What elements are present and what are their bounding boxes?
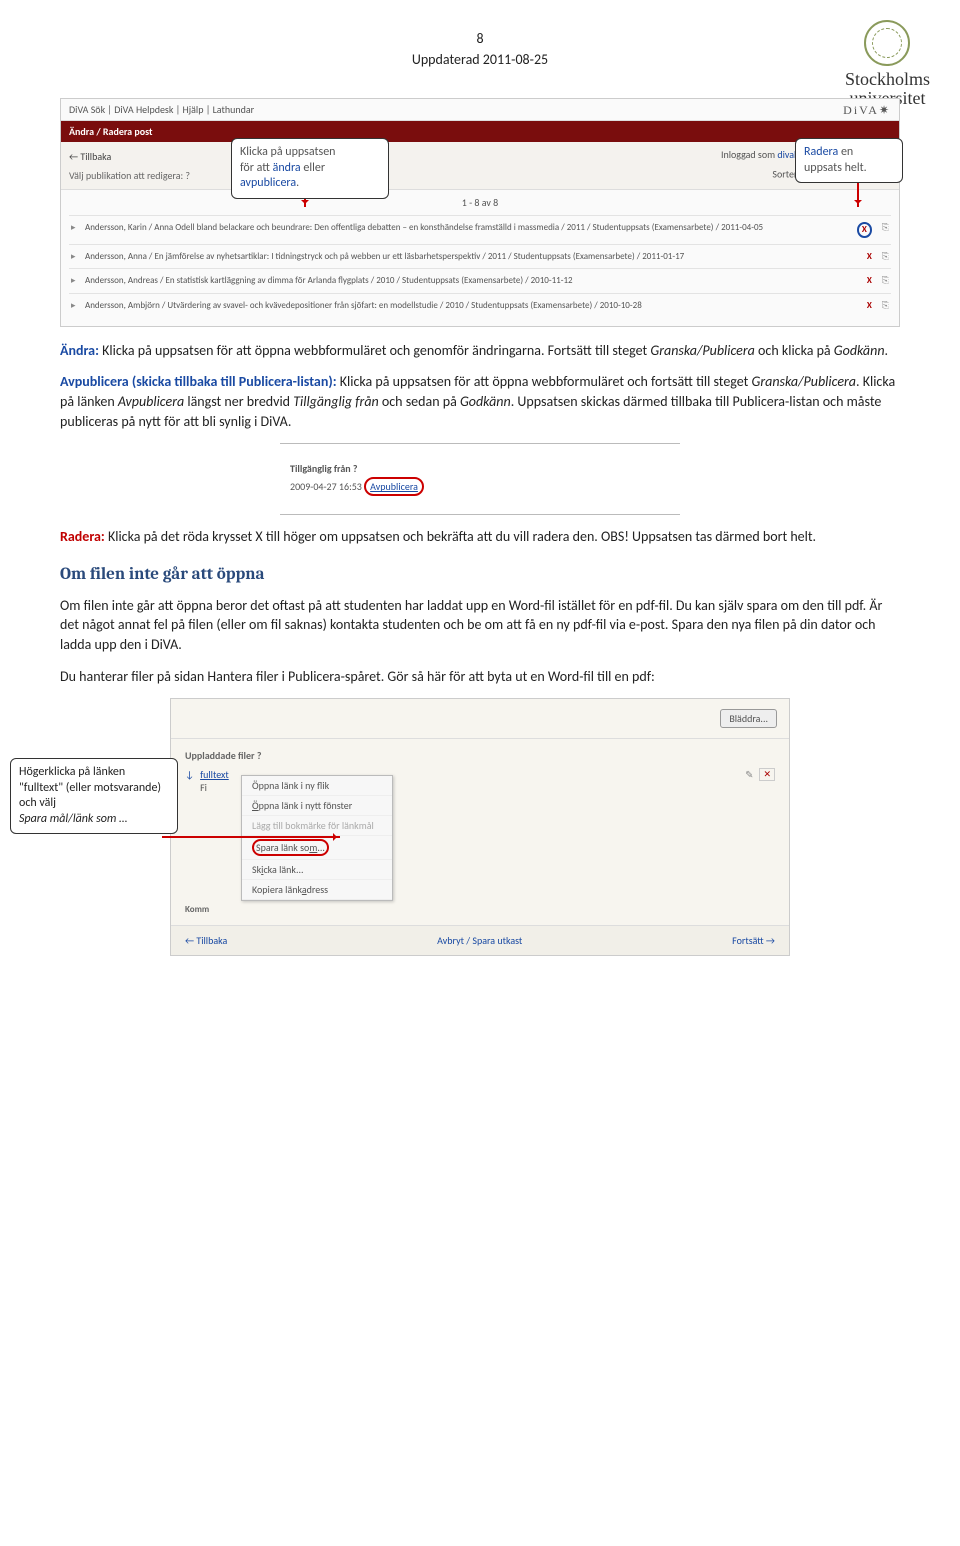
para-file-explain: Om filen inte går att öppna beror det of… [60, 596, 900, 655]
para-radera: Radera: Klicka på det röda krysset X til… [60, 527, 900, 547]
copy-icon[interactable]: ⎘ [882, 222, 889, 234]
delete-file-icon[interactable]: ✕ [759, 768, 775, 781]
fulltext-link[interactable]: fulltext [200, 768, 229, 781]
edit-icon[interactable]: ✎ [745, 768, 753, 781]
arrow-context-icon [162, 836, 340, 838]
callout-rightclick: Högerklicka på länken "fulltext" (eller … [10, 758, 178, 834]
screenshot-manage-files: Bläddra... Uppladdade filer ? ↓ fulltext… [170, 698, 790, 956]
ctx-bookmark: Lägg till bokmärke för länkmål [242, 816, 392, 836]
copy-icon[interactable]: ⎘ [882, 275, 889, 287]
callout-edit: Klicka på uppsatsen för att ändra eller … [231, 138, 389, 199]
delete-icon[interactable]: X [867, 300, 872, 312]
para-file-howto: Du hanterar filer på sidan Hantera filer… [60, 667, 900, 687]
footer-continue[interactable]: Fortsätt → [732, 934, 775, 947]
delete-icon[interactable]: X [867, 275, 872, 287]
diva-logo: DiVA✷ [843, 103, 891, 118]
expand-icon[interactable]: ▸ [71, 300, 79, 312]
screenshot-edit-delete: DiVA Sök | DiVA Helpdesk | Hjälp | Lathu… [60, 98, 900, 327]
context-menu[interactable]: Öppna länk i ny flik Öppna länk i nytt f… [241, 775, 393, 901]
delete-icon[interactable]: X [857, 222, 872, 238]
delete-icon[interactable]: X [867, 251, 872, 263]
para-andra: Ändra: Klicka på uppsatsen för att öppna… [60, 341, 900, 361]
expand-icon[interactable]: ▸ [71, 275, 79, 287]
su-logo: Stockholmsuniversitet [845, 20, 930, 108]
para-avpublicera: Avpublicera (skicka tillbaka till Public… [60, 372, 900, 431]
heading-file-cannot-open: Om filen inte går att öppna [60, 565, 900, 584]
back-link[interactable]: Tillbaka [69, 150, 209, 163]
ctx-save-link-as[interactable]: Spara länk som... [242, 836, 392, 860]
browse-button[interactable]: Bläddra... [720, 709, 777, 728]
page-number: 8 [60, 30, 900, 47]
table-row[interactable]: ▸ Andersson, Andreas / En statistisk kar… [69, 268, 891, 293]
download-icon[interactable]: ↓ [185, 768, 194, 781]
avpublicera-link[interactable]: Avpublicera [364, 477, 424, 496]
file-meta: Fi [200, 781, 207, 794]
footer-back[interactable]: ← Tillbaka [185, 934, 227, 947]
ctx-copy-address[interactable]: Kopiera länkadress [242, 880, 392, 900]
ctx-open-new-window[interactable]: Öppna länk i nytt fönster [242, 796, 392, 816]
table-row[interactable]: ▸ Andersson, Karin / Anna Odell bland be… [69, 215, 891, 244]
diva-top-nav[interactable]: DiVA Sök | DiVA Helpdesk | Hjälp | Lathu… [69, 103, 254, 116]
copy-icon[interactable]: ⎘ [882, 300, 889, 312]
tillganglig-label: Tillgänglig från ? [290, 462, 670, 475]
titlebar-edit-delete: Ändra / Radera post [61, 121, 899, 142]
uploaded-files-label: Uppladdade filer ? [185, 749, 775, 762]
tillganglig-timestamp: 2009-04-27 16:53 [290, 480, 362, 493]
screenshot-avpublicera: Tillgänglig från ? 2009-04-27 16:53 Avpu… [280, 443, 680, 515]
ctx-open-new-tab[interactable]: Öppna länk i ny flik [242, 776, 392, 796]
ctx-send-link[interactable]: Skicka länk... [242, 860, 392, 880]
choose-pub-label: Välj publikation att redigera: ? [69, 169, 209, 182]
callout-delete: Radera en uppsats helt. [795, 138, 903, 183]
kommentar-label: Komm [185, 904, 775, 915]
su-seal-icon [864, 20, 910, 66]
table-row[interactable]: ▸ Andersson, Anna / En jämförelse av nyh… [69, 244, 891, 269]
copy-icon[interactable]: ⎘ [882, 251, 889, 263]
expand-icon[interactable]: ▸ [71, 222, 79, 234]
pager: 1 - 8 av 8 [61, 190, 899, 215]
footer-cancel-save[interactable]: Avbryt / Spara utkast [437, 934, 522, 947]
logged-in-label: Inloggad som [721, 148, 775, 161]
table-row[interactable]: ▸ Andersson, Ambjörn / Utvärdering av sv… [69, 293, 891, 318]
updated-date: Uppdaterad 2011-08-25 [60, 51, 900, 68]
expand-icon[interactable]: ▸ [71, 251, 79, 263]
